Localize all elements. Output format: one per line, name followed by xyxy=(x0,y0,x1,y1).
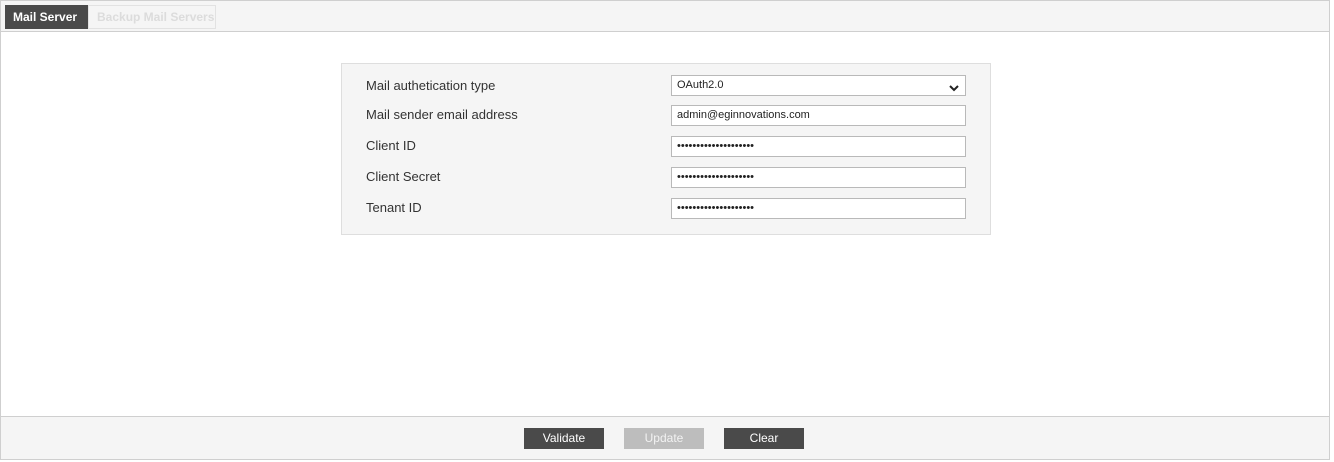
client-id-label: Client ID xyxy=(366,138,416,153)
auth-type-label: Mail authetication type xyxy=(366,78,496,93)
tenant-id-input[interactable]: •••••••••••••••••••• xyxy=(671,198,966,219)
tab-mail-server[interactable]: Mail Server xyxy=(5,5,88,29)
client-secret-input[interactable]: •••••••••••••••••••• xyxy=(671,167,966,188)
sender-email-label: Mail sender email address xyxy=(366,107,518,122)
client-id-input[interactable]: •••••••••••••••••••• xyxy=(671,136,966,157)
auth-type-value: OAuth2.0 xyxy=(677,79,724,91)
auth-type-select[interactable]: OAuth2.0 xyxy=(671,75,966,96)
clear-button[interactable]: Clear xyxy=(724,428,804,449)
tab-backup-mail-servers[interactable]: Backup Mail Servers xyxy=(88,5,216,29)
tab-bar: Mail Server Backup Mail Servers xyxy=(1,1,1329,32)
client-secret-label: Client Secret xyxy=(366,169,441,184)
sender-email-input[interactable]: admin@eginnovations.com xyxy=(671,105,966,126)
validate-button[interactable]: Validate xyxy=(524,428,604,449)
mail-server-settings-window: Mail Server Backup Mail Servers Mail aut… xyxy=(0,0,1330,460)
action-bar: Validate Update Clear xyxy=(1,416,1329,459)
chevron-down-icon xyxy=(948,81,960,91)
mail-settings-form: Mail authetication type OAuth2.0 Mail se… xyxy=(341,63,991,235)
update-button[interactable]: Update xyxy=(624,428,704,449)
tenant-id-label: Tenant ID xyxy=(366,200,422,215)
